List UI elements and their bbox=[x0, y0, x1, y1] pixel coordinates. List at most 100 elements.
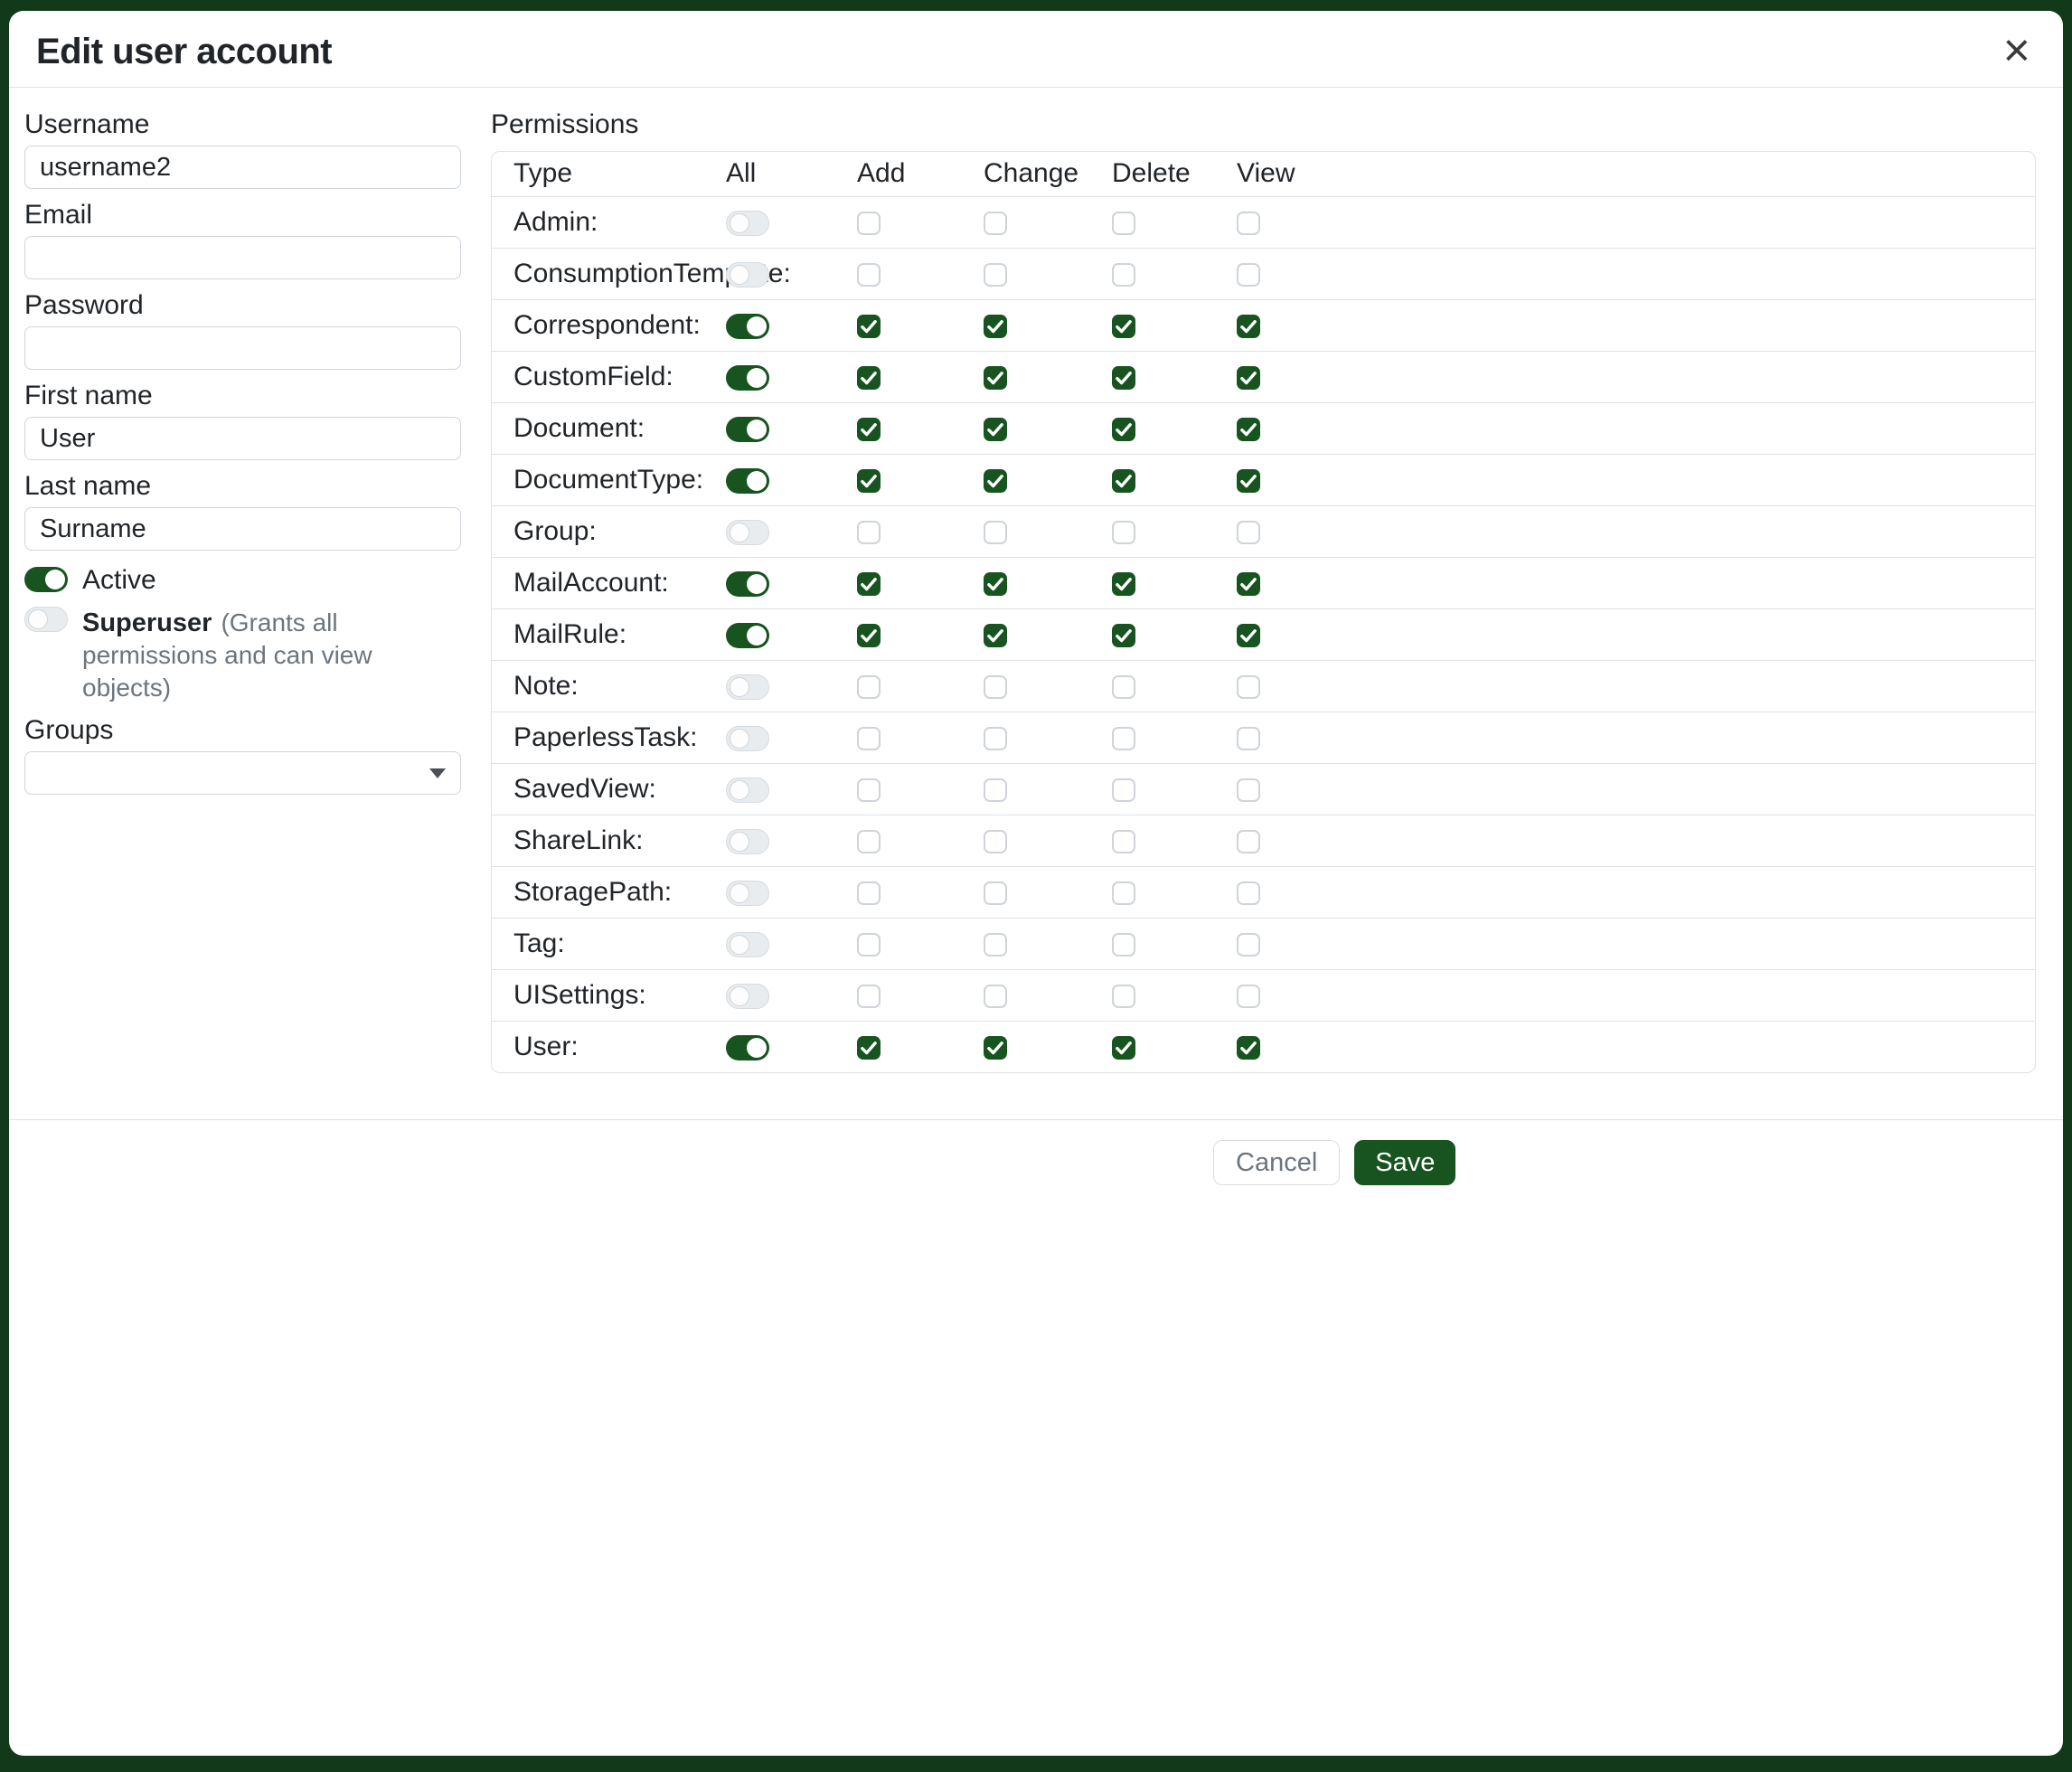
permission-all-toggle[interactable] bbox=[726, 674, 769, 700]
permission-change-checkbox[interactable] bbox=[984, 315, 1007, 338]
permission-view-checkbox[interactable] bbox=[1237, 830, 1260, 853]
permission-delete-checkbox[interactable] bbox=[1112, 366, 1135, 390]
permission-change-checkbox[interactable] bbox=[984, 521, 1007, 544]
permission-add-checkbox[interactable] bbox=[857, 727, 881, 750]
permission-add-checkbox[interactable] bbox=[857, 830, 881, 853]
permission-all-toggle[interactable] bbox=[726, 262, 769, 287]
permission-view-checkbox[interactable] bbox=[1237, 572, 1260, 596]
cancel-button[interactable]: Cancel bbox=[1213, 1140, 1340, 1185]
permission-delete-checkbox[interactable] bbox=[1112, 263, 1135, 287]
permission-add-checkbox[interactable] bbox=[857, 881, 881, 905]
permission-change-checkbox[interactable] bbox=[984, 830, 1007, 853]
permission-all-toggle[interactable] bbox=[726, 571, 769, 597]
permission-view-checkbox[interactable] bbox=[1237, 727, 1260, 750]
permission-change-checkbox[interactable] bbox=[984, 985, 1007, 1008]
close-button[interactable]: × bbox=[2003, 31, 2030, 71]
permission-delete-checkbox[interactable] bbox=[1112, 418, 1135, 441]
permission-view-checkbox[interactable] bbox=[1237, 985, 1260, 1008]
permission-view-checkbox[interactable] bbox=[1237, 675, 1260, 699]
permission-change-checkbox[interactable] bbox=[984, 624, 1007, 647]
superuser-toggle[interactable] bbox=[24, 607, 68, 632]
permission-add-checkbox[interactable] bbox=[857, 933, 881, 957]
permission-view-checkbox[interactable] bbox=[1237, 263, 1260, 287]
permission-change-checkbox[interactable] bbox=[984, 469, 1007, 493]
permission-view-checkbox[interactable] bbox=[1237, 212, 1260, 235]
permission-add-checkbox[interactable] bbox=[857, 624, 881, 647]
permission-add-checkbox[interactable] bbox=[857, 366, 881, 390]
table-row: Tag: bbox=[492, 918, 2035, 969]
permission-add-checkbox[interactable] bbox=[857, 315, 881, 338]
first-name-field[interactable] bbox=[24, 417, 461, 460]
permission-delete-checkbox[interactable] bbox=[1112, 315, 1135, 338]
permission-all-toggle[interactable] bbox=[726, 932, 769, 957]
permission-view-checkbox[interactable] bbox=[1237, 469, 1260, 493]
permission-delete-checkbox[interactable] bbox=[1112, 778, 1135, 802]
permission-delete-checkbox[interactable] bbox=[1112, 572, 1135, 596]
permission-all-toggle[interactable] bbox=[726, 417, 769, 442]
permission-change-checkbox[interactable] bbox=[984, 263, 1007, 287]
permission-delete-checkbox[interactable] bbox=[1112, 830, 1135, 853]
permission-change-checkbox[interactable] bbox=[984, 418, 1007, 441]
permission-delete-checkbox[interactable] bbox=[1112, 521, 1135, 544]
username-input[interactable] bbox=[24, 146, 461, 189]
permission-all-toggle[interactable] bbox=[726, 365, 769, 391]
permission-view-checkbox[interactable] bbox=[1237, 778, 1260, 802]
permission-all-toggle[interactable] bbox=[726, 726, 769, 751]
permission-all-toggle[interactable] bbox=[726, 1035, 769, 1060]
permission-delete-checkbox[interactable] bbox=[1112, 881, 1135, 905]
permission-change-checkbox[interactable] bbox=[984, 366, 1007, 390]
permission-all-toggle[interactable] bbox=[726, 314, 769, 339]
check-icon bbox=[1112, 366, 1135, 390]
permission-add-checkbox[interactable] bbox=[857, 263, 881, 287]
permission-view-checkbox[interactable] bbox=[1237, 315, 1260, 338]
permission-view-checkbox[interactable] bbox=[1237, 933, 1260, 957]
permission-change-checkbox[interactable] bbox=[984, 727, 1007, 750]
permission-change-checkbox[interactable] bbox=[984, 572, 1007, 596]
active-toggle[interactable] bbox=[24, 567, 68, 592]
permission-delete-checkbox[interactable] bbox=[1112, 1036, 1135, 1060]
permission-add-checkbox[interactable] bbox=[857, 418, 881, 441]
permission-all-toggle[interactable] bbox=[726, 984, 769, 1009]
permission-all-toggle[interactable] bbox=[726, 881, 769, 906]
groups-select[interactable] bbox=[24, 751, 461, 795]
permission-view-checkbox[interactable] bbox=[1237, 881, 1260, 905]
permission-view-checkbox[interactable] bbox=[1237, 418, 1260, 441]
permission-change-checkbox[interactable] bbox=[984, 675, 1007, 699]
permission-change-checkbox[interactable] bbox=[984, 933, 1007, 957]
permission-add-checkbox[interactable] bbox=[857, 1036, 881, 1060]
permission-change-checkbox[interactable] bbox=[984, 881, 1007, 905]
permission-all-toggle[interactable] bbox=[726, 211, 769, 236]
permission-add-checkbox[interactable] bbox=[857, 985, 881, 1008]
email-field[interactable] bbox=[24, 236, 461, 279]
permission-all-toggle[interactable] bbox=[726, 829, 769, 854]
permission-all-toggle[interactable] bbox=[726, 468, 769, 494]
permission-delete-checkbox[interactable] bbox=[1112, 212, 1135, 235]
permission-view-checkbox[interactable] bbox=[1237, 624, 1260, 647]
permission-add-checkbox[interactable] bbox=[857, 675, 881, 699]
permission-delete-checkbox[interactable] bbox=[1112, 675, 1135, 699]
check-icon bbox=[984, 624, 1007, 647]
permission-all-toggle[interactable] bbox=[726, 778, 769, 803]
permission-add-checkbox[interactable] bbox=[857, 212, 881, 235]
permission-delete-checkbox[interactable] bbox=[1112, 933, 1135, 957]
permission-change-checkbox[interactable] bbox=[984, 778, 1007, 802]
last-name-field[interactable] bbox=[24, 507, 461, 551]
permission-delete-checkbox[interactable] bbox=[1112, 624, 1135, 647]
permission-change-checkbox[interactable] bbox=[984, 212, 1007, 235]
permission-add-checkbox[interactable] bbox=[857, 572, 881, 596]
permission-all-toggle[interactable] bbox=[726, 623, 769, 648]
check-icon bbox=[857, 315, 881, 338]
permission-change-checkbox[interactable] bbox=[984, 1036, 1007, 1060]
permission-view-checkbox[interactable] bbox=[1237, 521, 1260, 544]
permission-all-toggle[interactable] bbox=[726, 520, 769, 545]
permission-add-checkbox[interactable] bbox=[857, 469, 881, 493]
permission-add-checkbox[interactable] bbox=[857, 778, 881, 802]
save-button[interactable]: Save bbox=[1354, 1140, 1455, 1185]
permission-delete-checkbox[interactable] bbox=[1112, 469, 1135, 493]
permission-delete-checkbox[interactable] bbox=[1112, 727, 1135, 750]
permission-view-checkbox[interactable] bbox=[1237, 1036, 1260, 1060]
permission-delete-checkbox[interactable] bbox=[1112, 985, 1135, 1008]
permission-view-checkbox[interactable] bbox=[1237, 366, 1260, 390]
password-field[interactable] bbox=[24, 326, 461, 370]
permission-add-checkbox[interactable] bbox=[857, 521, 881, 544]
